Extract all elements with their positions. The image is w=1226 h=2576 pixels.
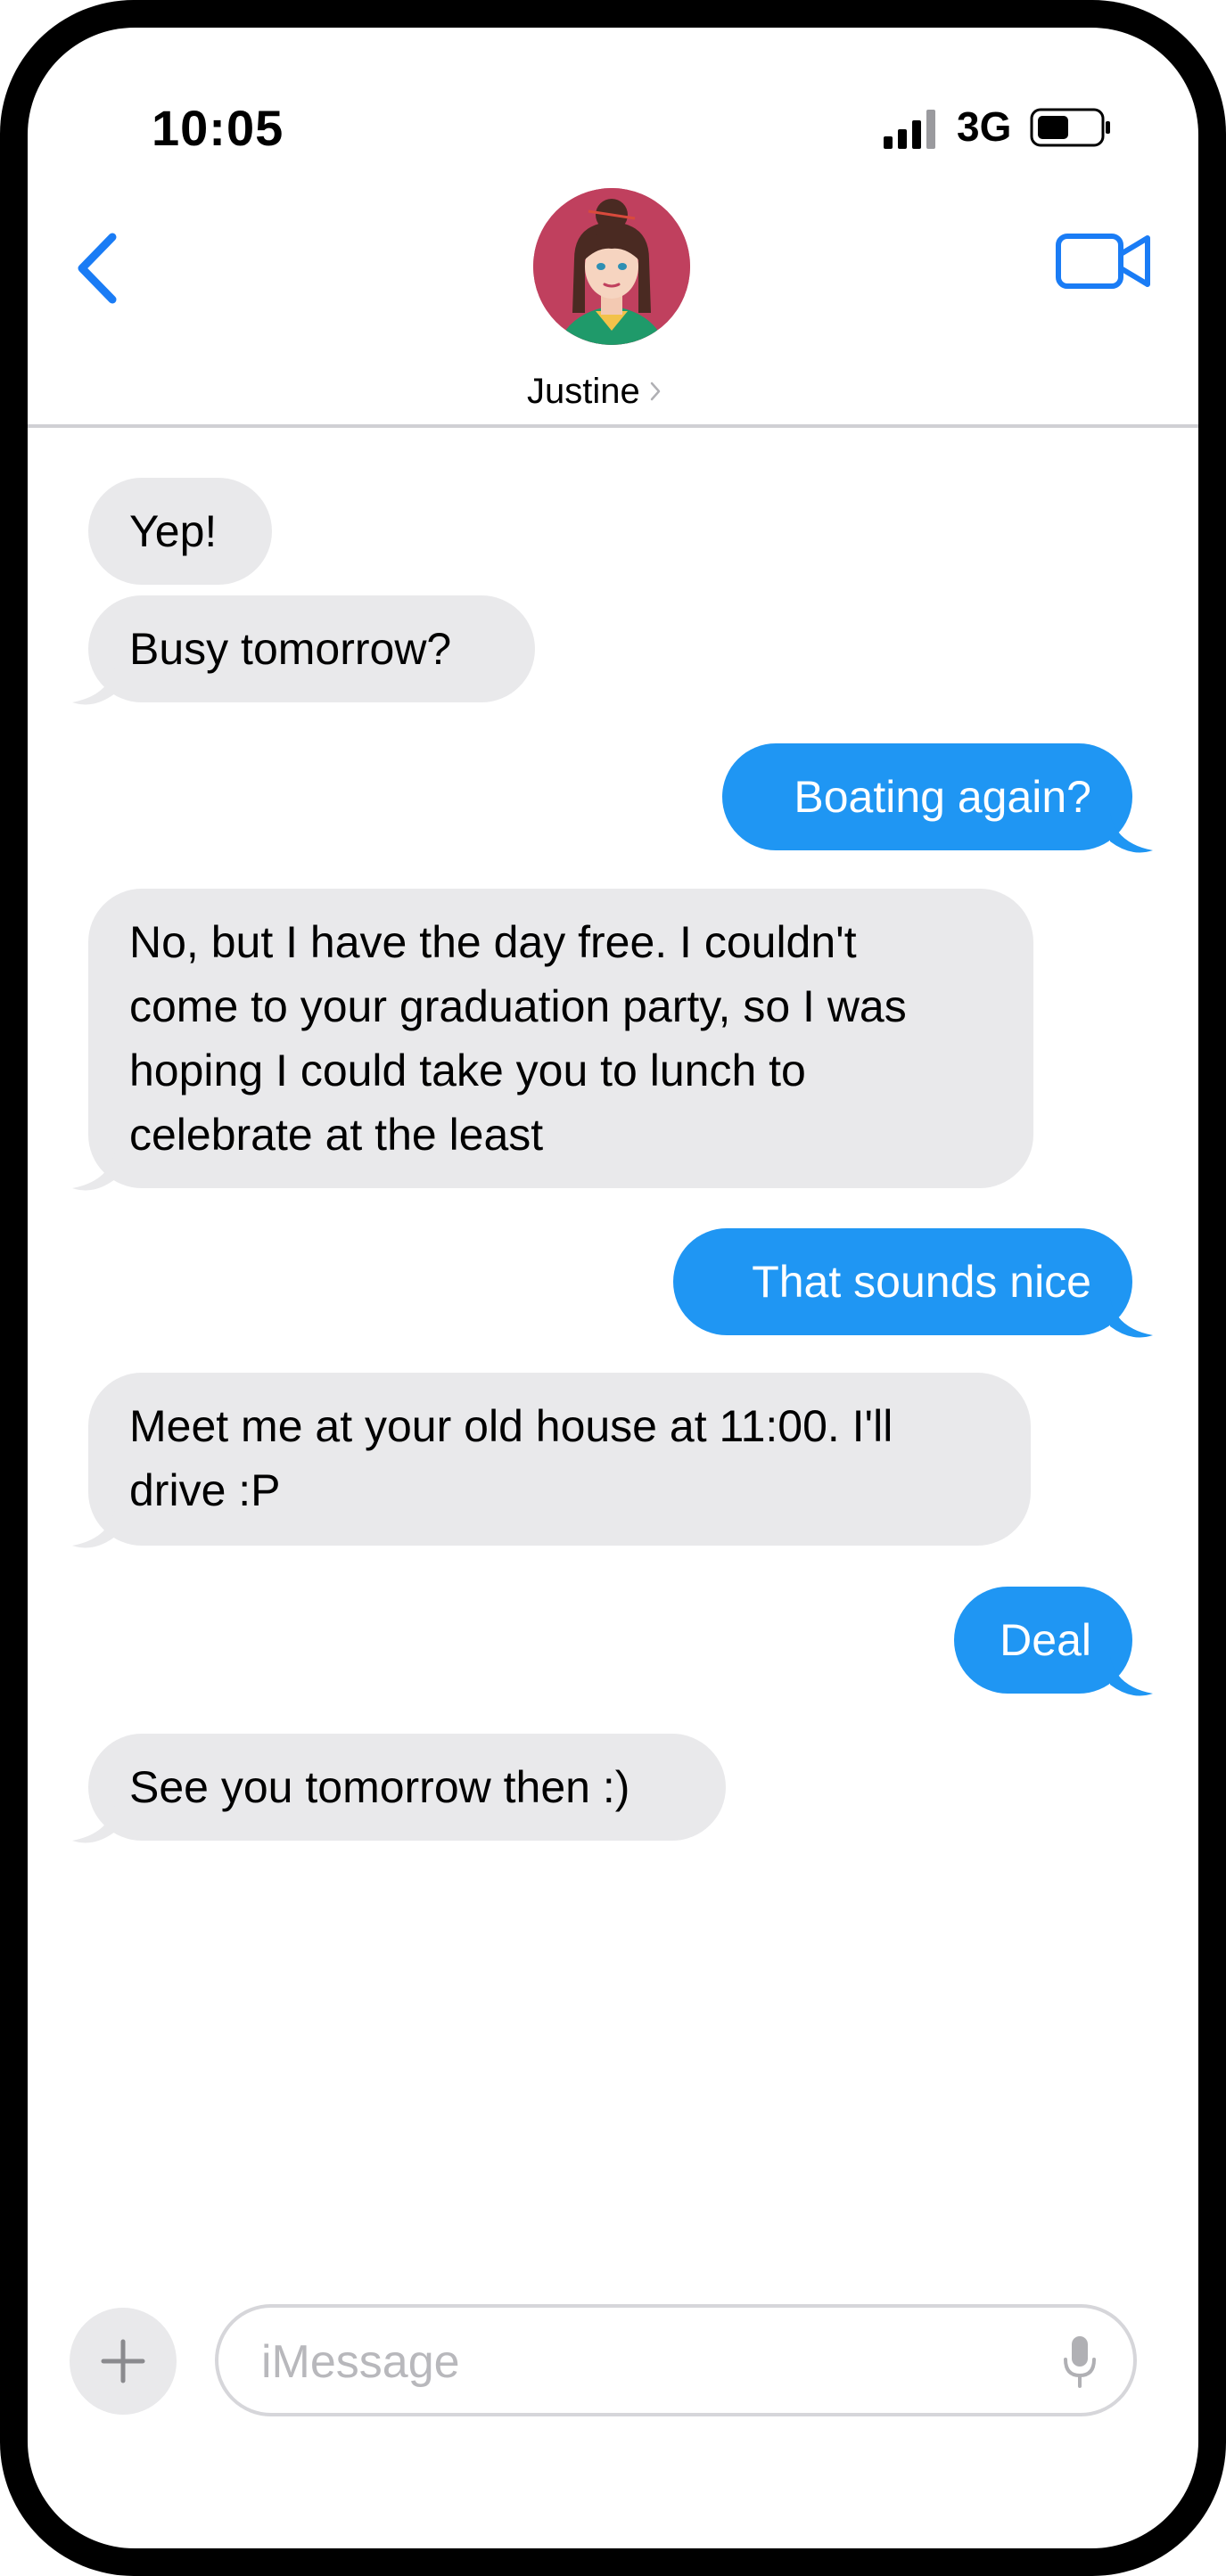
chevron-right-icon <box>650 381 660 401</box>
message-input[interactable] <box>259 2322 1030 2402</box>
microphone-icon[interactable] <box>1062 2334 1098 2390</box>
message-line: Meet me at your old house at 11:00. I'll <box>129 1401 893 1451</box>
header-divider <box>28 424 1198 428</box>
message-received: Busy tomorrow? <box>88 595 535 702</box>
avatar-illustration <box>533 188 690 345</box>
message-received: See you tomorrow then :) <box>88 1734 726 1841</box>
message-sent: Deal <box>954 1587 1132 1694</box>
message-input-container <box>215 2304 1137 2416</box>
message-received: Yep! <box>88 478 272 585</box>
bubble-tail <box>1110 1656 1153 1696</box>
message-received: Meet me at your old house at 11:00. I'll… <box>88 1373 1031 1546</box>
bubble-tail <box>72 1508 115 1548</box>
add-attachment-button[interactable] <box>70 2308 177 2415</box>
message-sent: That sounds nice <box>673 1228 1132 1335</box>
signal-icon <box>884 110 935 149</box>
contact-avatar[interactable] <box>533 188 690 345</box>
bubble-tail <box>72 1803 115 1843</box>
network-label: 3G <box>957 103 1012 150</box>
bubble-tail <box>1110 813 1153 853</box>
video-camera-icon[interactable] <box>1055 226 1153 297</box>
message-line: No, but I have the day free. I couldn't <box>129 917 857 967</box>
bubble-tail <box>72 665 115 705</box>
battery-icon <box>1030 108 1110 147</box>
contact-name-button[interactable]: Justine <box>527 365 750 418</box>
message-line: come to your graduation party, so I was <box>129 981 907 1031</box>
messages-screen: 10:05 3G Justine Yep! Busy tomorrow? Boa… <box>28 28 1198 2548</box>
plus-icon <box>101 2339 145 2383</box>
bubble-tail <box>1110 1298 1153 1338</box>
contact-name: Justine <box>527 371 640 411</box>
message-sent: Boating again? <box>722 743 1132 850</box>
message-line: hoping I could take you to lunch to <box>129 1046 806 1095</box>
bubble-tail <box>72 1151 115 1191</box>
message-line: celebrate at the least <box>129 1110 544 1160</box>
message-line: drive :P <box>129 1465 281 1515</box>
back-chevron-icon[interactable] <box>68 219 130 317</box>
message-received: No, but I have the day free. I couldn't … <box>88 889 1033 1188</box>
status-time: 10:05 <box>152 100 284 156</box>
